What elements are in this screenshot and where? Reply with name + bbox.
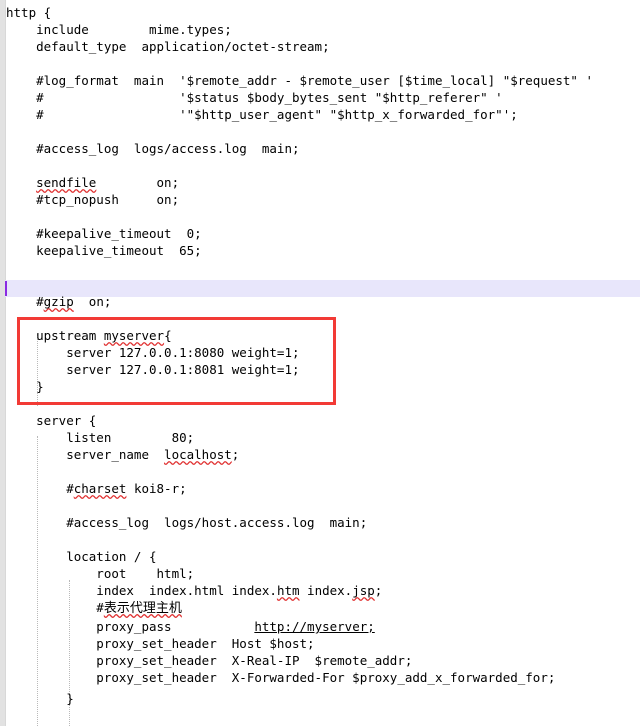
code-line: }	[6, 691, 74, 706]
code-line: keepalive_timeout 65;	[6, 243, 202, 258]
code-indent: #	[6, 294, 44, 309]
code-fragment: index index.html index.	[6, 583, 277, 598]
code-line: server {	[6, 413, 97, 428]
code-line: # '"$http_user_agent" "$http_x_forwarded…	[6, 107, 518, 122]
code-line: server_name localhost;	[6, 446, 239, 463]
code-line: location / {	[6, 549, 157, 564]
spellcheck-word-sendfile: sendfile	[36, 175, 97, 190]
spellcheck-word-htm: htm	[276, 583, 300, 598]
comment-cjk-proxy-host: 表示代理主机	[103, 601, 182, 616]
code-line: proxy_pass http://myserver;	[6, 618, 374, 635]
code-line: proxy_set_header X-Real-IP $remote_addr;	[6, 653, 413, 668]
code-line: #access_log logs/access.log main;	[6, 141, 300, 156]
code-line: http {	[6, 5, 52, 20]
code-line: #log_format main '$remote_addr - $remote…	[6, 73, 593, 88]
code-line: sendfile on;	[6, 174, 179, 191]
code-fragment: ;	[231, 447, 240, 462]
code-line: #charset koi8-r;	[6, 480, 187, 497]
code-line: listen 80;	[6, 430, 195, 445]
code-line: #keepalive_timeout 0;	[6, 226, 202, 241]
code-line: #tcp_nopush on;	[6, 192, 180, 207]
code-line: proxy_set_header Host $host;	[6, 636, 315, 651]
code-line: default_type application/octet-stream;	[6, 39, 330, 54]
proxy-pass-url-link[interactable]: http://myserver;	[254, 619, 374, 634]
code-fragment: ;	[374, 583, 383, 598]
code-fragment: on;	[96, 175, 180, 190]
code-line: #表示代理主机	[6, 599, 182, 616]
code-line: proxy_set_header X-Forwarded-For $proxy_…	[6, 670, 556, 685]
code-indent: #	[6, 481, 74, 496]
code-fragment: server_name	[6, 447, 165, 462]
code-line: root html;	[6, 566, 195, 581]
spellcheck-word-gzip: gzip	[43, 294, 74, 309]
code-line: index index.html index.htm index.jsp;	[6, 582, 382, 599]
spellcheck-word-localhost: localhost	[164, 447, 232, 462]
code-line: include mime.types;	[6, 22, 232, 37]
code-fragment: proxy_pass	[6, 619, 255, 634]
code-line: #access_log logs/host.access.log main;	[6, 515, 368, 530]
code-line: # '$status $body_bytes_sent "$http_refer…	[6, 90, 503, 105]
code-indent: #	[6, 600, 104, 615]
spellcheck-word-charset: charset	[73, 481, 127, 496]
code-fragment: index.	[299, 583, 353, 598]
code-line: #gzip on;	[6, 293, 111, 310]
code-fragment: on;	[73, 294, 112, 309]
code-fragment: koi8-r;	[126, 481, 187, 496]
upstream-block-annotation-box	[17, 317, 336, 405]
code-editor-pane[interactable]: http { include mime.types; default_type …	[0, 0, 640, 726]
spellcheck-word-jsp: jsp	[352, 583, 375, 598]
